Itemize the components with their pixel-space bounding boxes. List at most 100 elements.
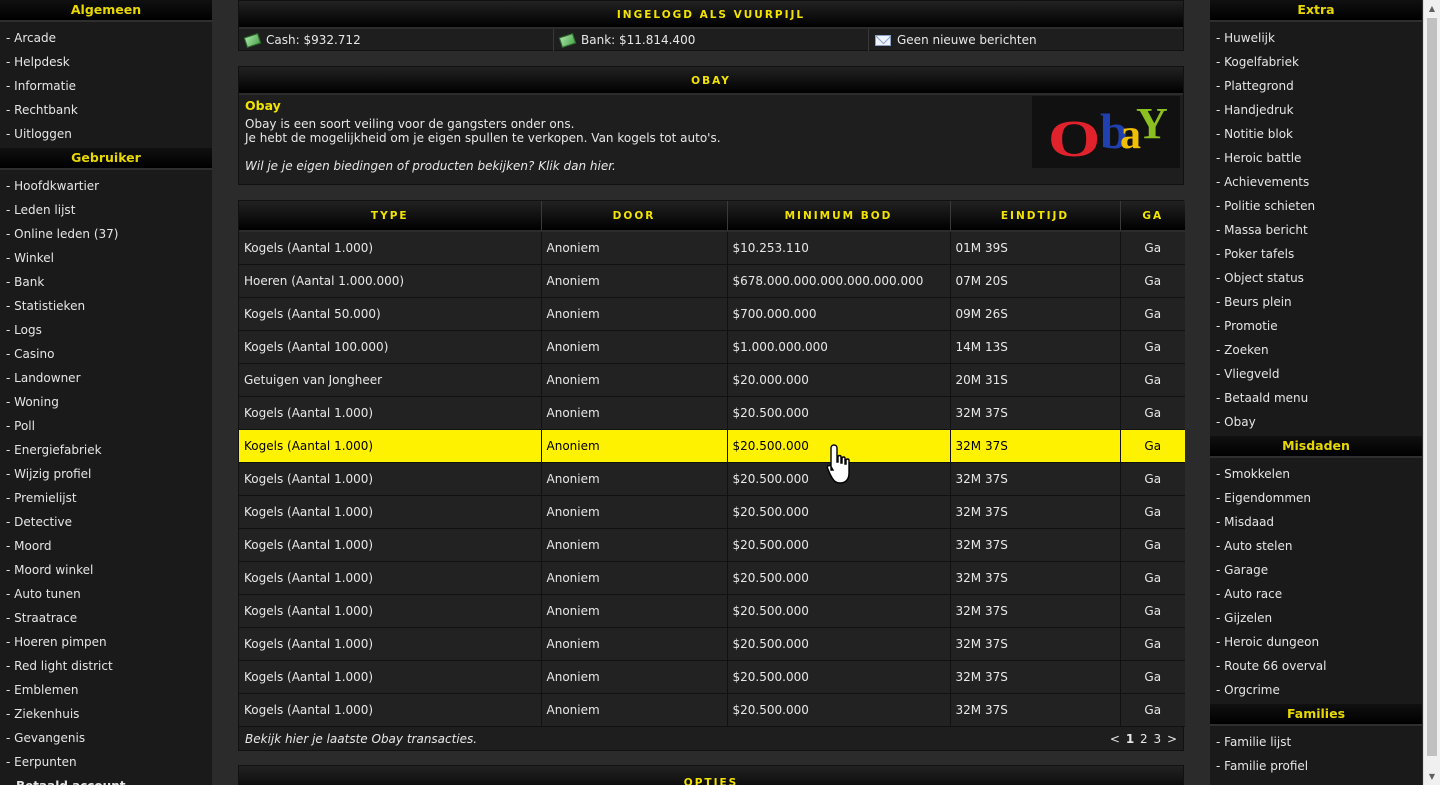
sidebar-item-informatie[interactable]: - Informatie <box>0 74 212 98</box>
cell-ga[interactable]: Ga <box>1120 231 1185 265</box>
sidebar-item-detective[interactable]: - Detective <box>0 510 212 534</box>
sidebar-item-heroic-battle[interactable]: - Heroic battle <box>1210 146 1422 170</box>
table-row[interactable]: Kogels (Aantal 1.000) Anoniem $20.500.000 3… <box>239 594 1185 628</box>
sidebar-item-bank[interactable]: - Bank <box>0 270 212 294</box>
sidebar-item-orgcrime[interactable]: - Orgcrime <box>1210 678 1422 702</box>
sidebar-item-wijzig-profiel[interactable]: - Wijzig profiel <box>0 462 212 486</box>
cell-ga[interactable]: Ga <box>1120 594 1185 628</box>
cell-ga[interactable]: Ga <box>1120 462 1185 496</box>
sidebar-item-handjedruk[interactable]: - Handjedruk <box>1210 98 1422 122</box>
sidebar-item-helpdesk[interactable]: - Helpdesk <box>0 50 212 74</box>
sidebar-item-auto-tunen[interactable]: - Auto tunen <box>0 582 212 606</box>
table-row[interactable]: Kogels (Aantal 1.000) Anoniem $20.500.000 3… <box>239 660 1185 694</box>
sidebar-item-energiefabriek[interactable]: - Energiefabriek <box>0 438 212 462</box>
column-header-type[interactable]: TYPE <box>239 201 542 232</box>
sidebar-item-kogelfabriek[interactable]: - Kogelfabriek <box>1210 50 1422 74</box>
cell-ga[interactable]: Ga <box>1120 660 1185 694</box>
cell-ga[interactable]: Ga <box>1120 396 1185 430</box>
sidebar-item-auto-stelen[interactable]: - Auto stelen <box>1210 534 1422 558</box>
table-row[interactable]: Getuigen van Jongheer Anoniem $20.000.000 2… <box>239 363 1185 397</box>
cell-ga[interactable]: Ga <box>1120 693 1185 727</box>
sidebar-item-moord[interactable]: - Moord <box>0 534 212 558</box>
sidebar-item-beurs-plein[interactable]: - Beurs plein <box>1210 290 1422 314</box>
sidebar-item-uitloggen[interactable]: - Uitloggen <box>0 122 212 146</box>
sidebar-item-eerpunten[interactable]: - Eerpunten <box>0 750 212 774</box>
column-header-eindtijd[interactable]: EINDTIJD <box>950 201 1121 232</box>
sidebar-item-familie-lijst[interactable]: - Familie lijst <box>1210 730 1422 754</box>
sidebar-item-betaald-menu[interactable]: - Betaald menu <box>1210 386 1422 410</box>
table-row[interactable]: Hoeren (Aantal 1.000.000) Anoniem $678.000… <box>239 264 1185 298</box>
cell-ga[interactable]: Ga <box>1120 264 1185 298</box>
table-row[interactable]: Kogels (Aantal 1.000) Anoniem $10.253.110 0… <box>239 231 1185 265</box>
sidebar-item-winkel[interactable]: - Winkel <box>0 246 212 270</box>
sidebar-item-politie-schieten[interactable]: - Politie schieten <box>1210 194 1422 218</box>
sidebar-item-poll[interactable]: - Poll <box>0 414 212 438</box>
sidebar-item-casino[interactable]: - Casino <box>0 342 212 366</box>
table-row[interactable]: Kogels (Aantal 50.000) Anoniem $700.000.00… <box>239 297 1185 331</box>
sidebar-item-gevangenis[interactable]: - Gevangenis <box>0 726 212 750</box>
sidebar-item-straatrace[interactable]: - Straatrace <box>0 606 212 630</box>
table-row[interactable]: Kogels (Aantal 1.000) Anoniem $20.500.000 3… <box>239 693 1185 727</box>
table-row[interactable]: Kogels (Aantal 1.000) Anoniem $20.500.000 3… <box>239 627 1185 661</box>
table-row[interactable]: Kogels (Aantal 1.000) Anoniem $20.500.000 3… <box>239 561 1185 595</box>
sidebar-item-premielijst[interactable]: - Premielijst <box>0 486 212 510</box>
sidebar-item-moord-winkel[interactable]: - Moord winkel <box>0 558 212 582</box>
cell-ga[interactable]: Ga <box>1120 429 1185 463</box>
sidebar-item-route-66-overval[interactable]: - Route 66 overval <box>1210 654 1422 678</box>
pager-next[interactable]: > <box>1167 732 1177 746</box>
pager-page-3[interactable]: 3 <box>1153 732 1161 746</box>
sidebar-item-familie-profiel[interactable]: - Familie profiel <box>1210 754 1422 778</box>
sidebar-item-gijzelen[interactable]: - Gijzelen <box>1210 606 1422 630</box>
cell-ga[interactable]: Ga <box>1120 561 1185 595</box>
table-row[interactable]: Kogels (Aantal 1.000) Anoniem $20.500.000 3… <box>239 495 1185 529</box>
sidebar-item-red-light-district[interactable]: - Red light district <box>0 654 212 678</box>
sidebar-item-hoofdkwartier[interactable]: - Hoofdkwartier <box>0 174 212 198</box>
sidebar-item-obay[interactable]: - Obay <box>1210 410 1422 434</box>
sidebar-item-misdaad[interactable]: - Misdaad <box>1210 510 1422 534</box>
page-scrollbar[interactable]: ▲ ▼ <box>1423 0 1440 785</box>
cell-ga[interactable]: Ga <box>1120 330 1185 364</box>
sidebar-item-smokkelen[interactable]: - Smokkelen <box>1210 462 1422 486</box>
cell-ga[interactable]: Ga <box>1120 528 1185 562</box>
sidebar-item-promotie[interactable]: - Promotie <box>1210 314 1422 338</box>
table-row[interactable]: Kogels (Aantal 1.000) Anoniem $20.500.000 3… <box>239 528 1185 562</box>
sidebar-item-landowner[interactable]: - Landowner <box>0 366 212 390</box>
transactions-link[interactable]: Bekijk hier je laatste Obay transacties. <box>245 732 477 746</box>
sidebar-item-emblemen[interactable]: - Emblemen <box>0 678 212 702</box>
table-row[interactable]: Kogels (Aantal 1.000) Anoniem $20.500.000 3… <box>239 396 1185 430</box>
sidebar-item-hoeren-pimpen[interactable]: - Hoeren pimpen <box>0 630 212 654</box>
sidebar-item-object-status[interactable]: - Object status <box>1210 266 1422 290</box>
sidebar-item-rechtbank[interactable]: - Rechtbank <box>0 98 212 122</box>
sidebar-item-leden-lijst[interactable]: - Leden lijst <box>0 198 212 222</box>
column-header-door[interactable]: DOOR <box>541 201 728 232</box>
pager-prev[interactable]: < <box>1110 732 1120 746</box>
scroll-down-icon[interactable]: ▼ <box>1424 768 1440 785</box>
sidebar-item-eigendommen[interactable]: - Eigendommen <box>1210 486 1422 510</box>
cell-ga[interactable]: Ga <box>1120 627 1185 661</box>
sidebar-item-plattegrond[interactable]: - Plattegrond <box>1210 74 1422 98</box>
sidebar-item-notitie-blok[interactable]: - Notitie blok <box>1210 122 1422 146</box>
messages-link[interactable]: Geen nieuwe berichten <box>897 33 1037 47</box>
cell-ga[interactable]: Ga <box>1120 363 1185 397</box>
messages-cell[interactable]: Geen nieuwe berichten <box>869 29 1183 51</box>
sidebar-item-arcade[interactable]: - Arcade <box>0 26 212 50</box>
table-row[interactable]: Kogels (Aantal 1.000) Anoniem $20.500.000 3… <box>239 462 1185 496</box>
sidebar-item-logs[interactable]: - Logs <box>0 318 212 342</box>
scroll-thumb[interactable] <box>1427 18 1437 756</box>
sidebar-item-zoeken[interactable]: - Zoeken <box>1210 338 1422 362</box>
pager-page-1[interactable]: 1 <box>1126 732 1134 746</box>
cell-ga[interactable]: Ga <box>1120 297 1185 331</box>
column-header-ga[interactable]: GA <box>1120 201 1185 232</box>
sidebar-item-auto-race[interactable]: - Auto race <box>1210 582 1422 606</box>
cell-ga[interactable]: Ga <box>1120 495 1185 529</box>
scroll-up-icon[interactable]: ▲ <box>1424 0 1440 17</box>
sidebar-item-ziekenhuis[interactable]: - Ziekenhuis <box>0 702 212 726</box>
sidebar-item-huwelijk[interactable]: - Huwelijk <box>1210 26 1422 50</box>
sidebar-item-woning[interactable]: - Woning <box>0 390 212 414</box>
sidebar-item-massa-bericht[interactable]: - Massa bericht <box>1210 218 1422 242</box>
sidebar-item-achievements[interactable]: - Achievements <box>1210 170 1422 194</box>
sidebar-item-poker-tafels[interactable]: - Poker tafels <box>1210 242 1422 266</box>
pager-page-2[interactable]: 2 <box>1140 732 1148 746</box>
sidebar-item-statistieken[interactable]: - Statistieken <box>0 294 212 318</box>
table-row[interactable]: Kogels (Aantal 1.000) Anoniem $20.500.000 3… <box>239 429 1185 463</box>
